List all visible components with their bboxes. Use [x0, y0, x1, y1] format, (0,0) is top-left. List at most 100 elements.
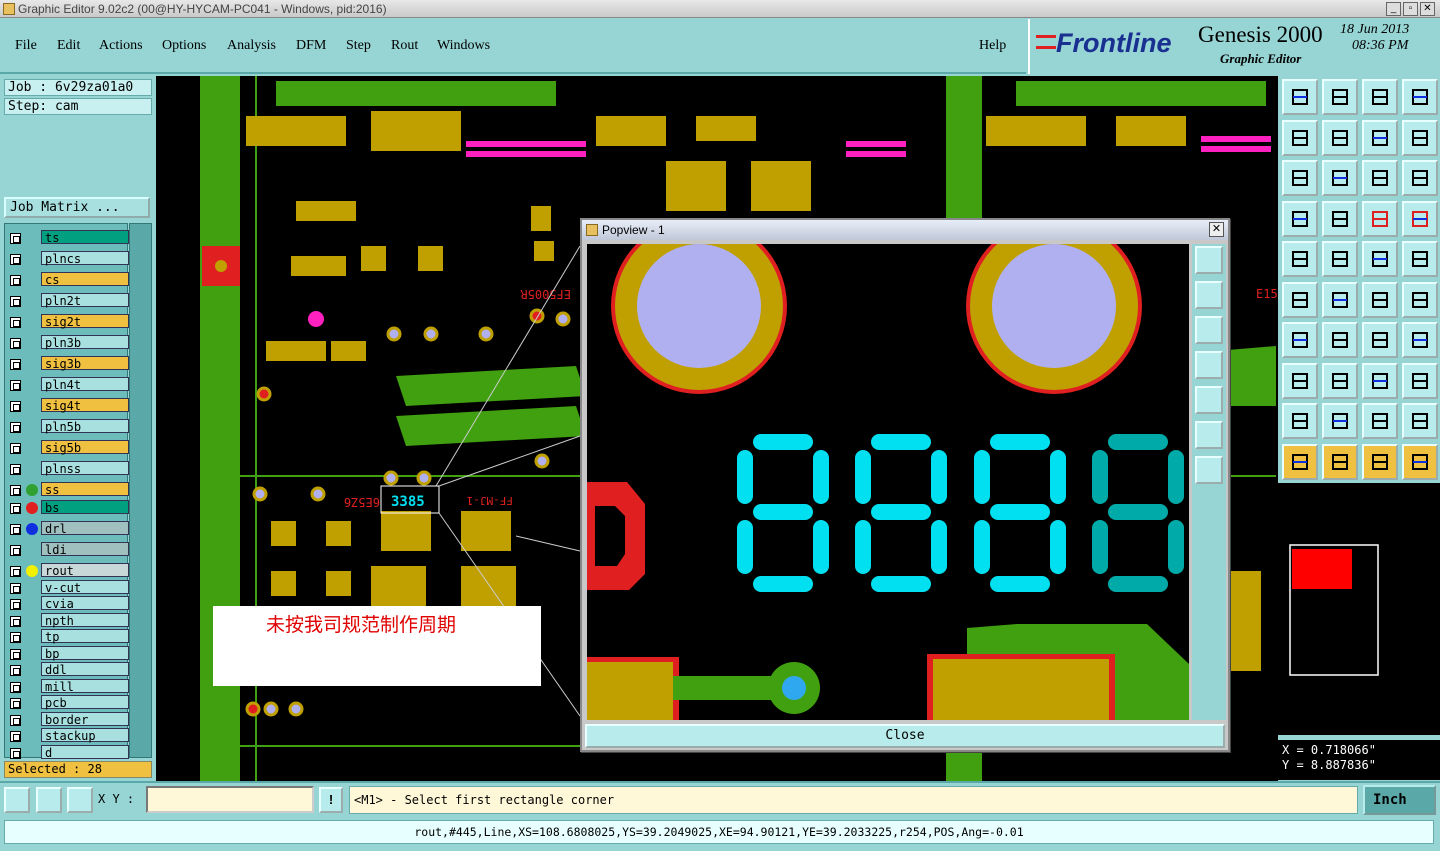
layer-checkbox[interactable] [10, 485, 21, 496]
layer-name[interactable]: pln3b [41, 335, 129, 350]
measure-icon[interactable] [36, 787, 62, 813]
popview-canvas[interactable] [587, 218, 1189, 720]
grid-icon[interactable] [1322, 200, 1358, 237]
line-split-icon[interactable] [1322, 362, 1358, 399]
layer-checkbox[interactable] [10, 582, 21, 594]
popview-close-icon[interactable]: ✕ [1209, 222, 1224, 237]
grid-icon[interactable] [67, 787, 93, 813]
layer-row-ldi[interactable]: ldi [7, 542, 129, 558]
layer-checkbox[interactable] [10, 317, 21, 328]
line-icon[interactable] [1322, 322, 1358, 358]
group-icon[interactable] [1402, 362, 1438, 399]
layer-row-ddl[interactable]: ddl [7, 662, 129, 678]
popview-pan-down-icon[interactable] [1195, 316, 1223, 344]
layer-checkbox[interactable] [10, 632, 21, 643]
pointer-diag-icon[interactable] [1362, 443, 1398, 480]
shape-icon[interactable] [1322, 241, 1358, 277]
popview-pan-right-icon[interactable] [1195, 386, 1223, 414]
layer-name[interactable]: sig3b [41, 356, 129, 371]
layer-row-pln2t[interactable]: pln2t [7, 293, 129, 309]
frame-icon[interactable] [1402, 241, 1438, 277]
layer-row-bs[interactable]: bs [7, 500, 129, 516]
layer-checkbox[interactable] [10, 359, 21, 370]
pointer-icon[interactable] [1282, 443, 1318, 480]
connect-icon[interactable] [1282, 281, 1318, 318]
layer-row-pln4t[interactable]: pln4t [7, 377, 129, 393]
layer-name[interactable]: pln4t [41, 377, 129, 392]
minimize-button[interactable]: _ [1386, 2, 1401, 16]
layer-checkbox[interactable] [10, 503, 21, 514]
layer-name[interactable]: pln5b [41, 419, 129, 434]
layer-row-tp[interactable]: tp [7, 629, 129, 645]
layer-name[interactable]: border [41, 711, 129, 727]
menu-help[interactable]: Help [979, 38, 1006, 54]
layer-checkbox[interactable] [10, 254, 21, 265]
move-down-icon[interactable] [1322, 79, 1358, 115]
layer-name[interactable]: mill [41, 678, 129, 694]
angle-icon[interactable] [1282, 322, 1318, 358]
layer-row-stackup[interactable]: stackup [7, 728, 129, 744]
layer-name[interactable]: ldi [41, 542, 129, 557]
popview-pan-up-icon[interactable] [1195, 281, 1223, 309]
layer-checkbox[interactable] [10, 681, 21, 693]
layer-checkbox[interactable] [10, 698, 21, 709]
move-right-icon[interactable] [1322, 119, 1358, 156]
layer-name[interactable]: v-cut [41, 579, 129, 595]
layer-name[interactable]: ts [41, 230, 129, 245]
layer-checkbox[interactable] [10, 401, 21, 412]
delete-icon[interactable] [1322, 281, 1358, 318]
menu-dfm[interactable]: DFM [296, 38, 326, 54]
layer-checkbox[interactable] [10, 275, 21, 286]
popview-zoom-out-icon[interactable] [1195, 421, 1223, 449]
layer-name[interactable]: pln2t [41, 293, 129, 308]
layer-name[interactable]: ddl [41, 662, 129, 677]
s-curve-icon[interactable] [1402, 119, 1438, 156]
settings-icon[interactable] [1282, 200, 1318, 237]
help-icon[interactable] [1402, 160, 1438, 196]
triangle-arc-icon[interactable] [1362, 403, 1398, 439]
scale-1-2-icon[interactable] [1362, 160, 1398, 196]
move-up-icon[interactable] [1282, 79, 1318, 115]
layer-row-cs[interactable]: cs [7, 272, 129, 288]
pointer-chain-icon[interactable] [1402, 443, 1438, 480]
layer-checkbox[interactable] [10, 731, 21, 742]
popview-pan-left-icon[interactable] [1195, 351, 1223, 379]
menu-rout[interactable]: Rout [391, 38, 418, 54]
menu-step[interactable]: Step [346, 38, 371, 54]
layer-name[interactable]: tp [41, 629, 129, 644]
layer-name[interactable]: stackup [41, 728, 129, 743]
unit-button[interactable]: Inch [1363, 785, 1436, 815]
layer-name[interactable]: bp [41, 645, 129, 661]
point-move-icon[interactable] [1402, 281, 1438, 318]
layer-name[interactable]: sig2t [41, 314, 129, 329]
layer-checkbox[interactable] [10, 380, 21, 391]
layer-list-scrollbar[interactable] [129, 223, 152, 758]
bang-button[interactable]: ! [319, 787, 343, 813]
layer-row-sig2t[interactable]: sig2t [7, 314, 129, 330]
layer-down-icon[interactable] [1402, 200, 1438, 237]
layer-row-mill[interactable]: mill [7, 678, 129, 695]
layer-name[interactable]: rout [41, 563, 129, 578]
layer-row-pln3b[interactable]: pln3b [7, 335, 129, 351]
close-window-button[interactable]: ✕ [1420, 2, 1435, 16]
triangle-cut-icon[interactable] [1402, 403, 1438, 439]
xy-input[interactable] [146, 786, 314, 813]
layer-row-v-cut[interactable]: v-cut [7, 579, 129, 596]
layer-checkbox[interactable] [10, 599, 21, 610]
menu-actions[interactable]: Actions [99, 38, 143, 54]
snap-icon[interactable] [4, 787, 30, 813]
layer-checkbox[interactable] [10, 714, 21, 726]
triangle-icon[interactable] [1282, 403, 1318, 439]
layer-name[interactable]: pcb [41, 695, 129, 710]
measure-icon[interactable] [1362, 362, 1398, 399]
layer-checkbox[interactable] [10, 648, 21, 660]
job-matrix-button[interactable]: Job Matrix ... [4, 197, 150, 218]
fit-all-icon[interactable] [1282, 160, 1318, 196]
layer-name[interactable]: cvia [41, 596, 129, 611]
layer-name[interactable]: d [41, 744, 129, 760]
select-icon[interactable] [1282, 241, 1318, 277]
popview-window[interactable]: Popview - 1 ✕ Close [580, 218, 1230, 752]
layer-checkbox[interactable] [10, 443, 21, 454]
pointer-box-icon[interactable] [1322, 443, 1358, 480]
pad-add-icon[interactable] [1282, 362, 1318, 399]
